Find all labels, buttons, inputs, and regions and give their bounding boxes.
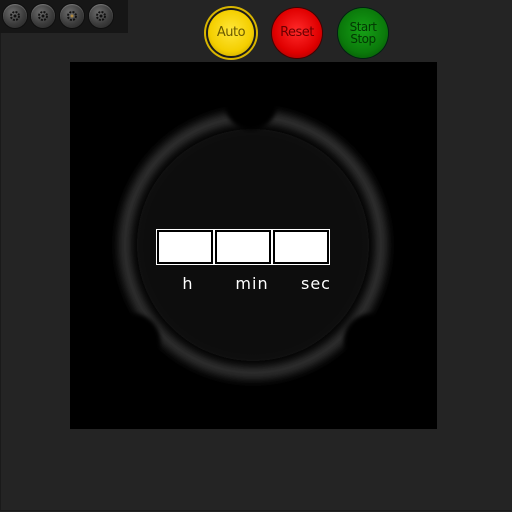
hours-label: h: [182, 274, 194, 293]
time-labels: h min sec: [157, 274, 347, 293]
toolbar: [0, 0, 128, 33]
seconds-label: sec: [301, 274, 331, 293]
gear-icon: [67, 11, 77, 21]
tool-button-3[interactable]: [60, 4, 84, 28]
start-stop-button-label: Start Stop: [350, 21, 377, 45]
tool-button-2[interactable]: [31, 4, 55, 28]
auto-button[interactable]: Auto: [208, 10, 254, 56]
gear-icon: [38, 11, 48, 21]
reset-button-label: Reset: [280, 25, 314, 40]
seconds-input[interactable]: [272, 229, 330, 265]
minutes-label: min: [235, 274, 269, 293]
tool-button-1[interactable]: [3, 4, 27, 28]
start-stop-button[interactable]: Start Stop: [338, 8, 388, 58]
gear-icon: [96, 11, 106, 21]
auto-button-label: Auto: [216, 25, 246, 40]
gear-icon: [10, 11, 20, 21]
timer-panel: h min sec: [70, 62, 437, 429]
time-inputs: [156, 229, 330, 265]
tool-button-4[interactable]: [89, 4, 113, 28]
reset-button[interactable]: Reset: [272, 8, 322, 58]
minutes-input[interactable]: [214, 229, 272, 265]
stop-label: Stop: [350, 32, 376, 46]
hours-input[interactable]: [156, 229, 214, 265]
